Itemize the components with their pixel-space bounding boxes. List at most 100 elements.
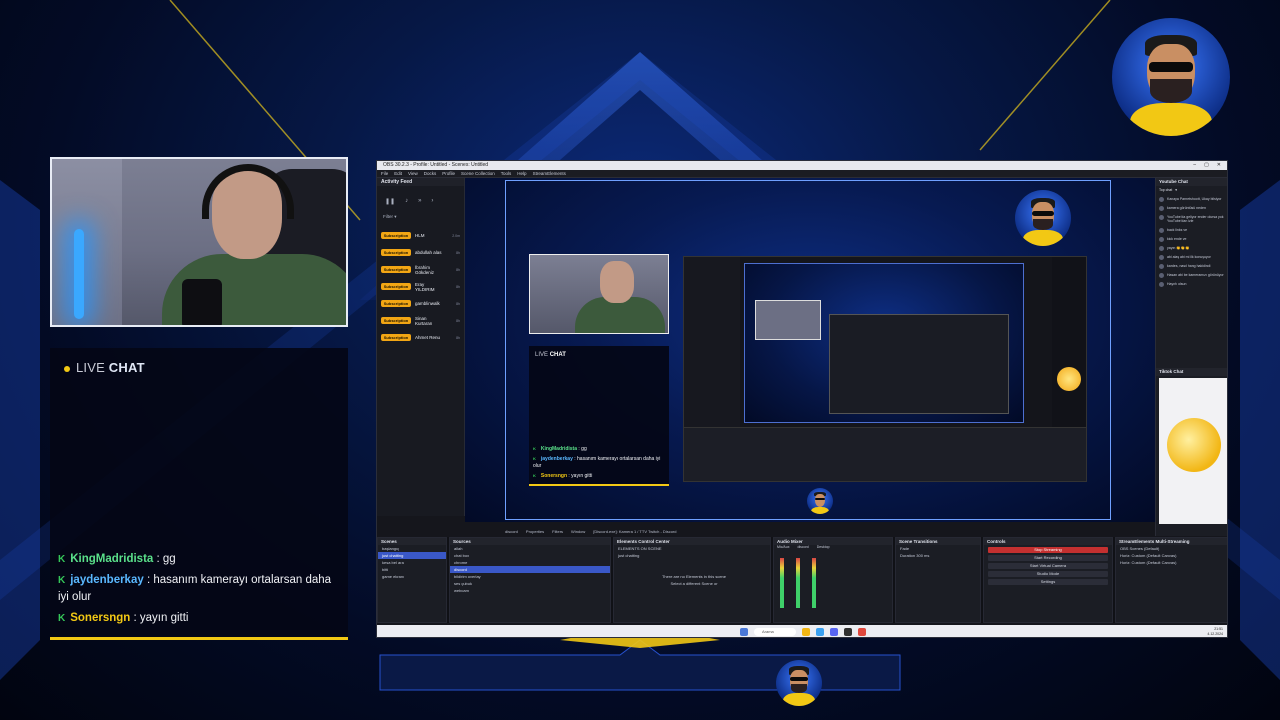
nested-docks <box>684 427 1086 481</box>
obs-preview-canvas[interactable]: LIVE CHAT K KingMadridista : gg Kjaydenbe… <box>465 178 1155 522</box>
activity-item[interactable]: Subscription İbrahim Gökdeniz 8h <box>377 261 464 278</box>
elements-control-center-dock: Elements Control Center ELEMENTS ON SCEN… <box>613 537 771 623</box>
kick-icon: K <box>533 473 536 478</box>
activity-item[interactable]: Subscription abdullah alas 8h <box>377 244 464 261</box>
preview-screen-capture[interactable] <box>683 256 1087 482</box>
preview-webcam-source[interactable] <box>529 254 669 334</box>
chat-mode-dropdown[interactable]: Top chat ▾ <box>1156 186 1227 195</box>
menu-docks[interactable]: Docks <box>424 170 437 177</box>
subscription-badge: Subscription <box>381 283 411 290</box>
activity-time: 2.0m <box>452 233 460 238</box>
windows-start-icon[interactable] <box>740 628 748 636</box>
multistream-row[interactable]: Horiz: Custom (Default Canvas) <box>1116 552 1227 559</box>
start-virtual-camera-button[interactable]: Start Virtual Camera <box>988 563 1108 569</box>
ecc-scene-label: ELEMENTS ON SCENE <box>618 546 662 551</box>
obs-docks-row: Scenes başlangıç just chatting kesa bel … <box>377 537 1227 623</box>
emoji-badge-icon <box>1167 418 1221 472</box>
obs-titlebar[interactable]: OBS 30.2.3 - Profile: Untitled - Scenes:… <box>377 161 1227 170</box>
activity-item[interactable]: Subscription HLM 2.0m <box>377 227 464 244</box>
menu-tools[interactable]: Tools <box>501 170 512 177</box>
volume-meter[interactable] <box>812 558 816 608</box>
source-item[interactable]: chat box <box>450 552 610 559</box>
activity-item[interactable]: Subscription Ahmet Renu 8h <box>377 329 464 346</box>
preview-chat-message: K KingMadridista : gg <box>533 445 665 453</box>
scene-item[interactable]: kesa bel ara <box>378 559 446 566</box>
preview-chat-source[interactable]: LIVE CHAT K KingMadridista : gg Kjaydenbe… <box>529 346 669 486</box>
transition-type[interactable]: Fade <box>896 545 980 552</box>
user-avatar-icon <box>1159 236 1164 242</box>
yt-message: back links ve <box>1156 226 1227 235</box>
activity-item[interactable]: Subscription Eray YILDIRIM 8h <box>377 278 464 295</box>
duration-label: Duration <box>900 553 916 558</box>
obs-window[interactable]: OBS 30.2.3 - Profile: Untitled - Scenes:… <box>376 160 1228 638</box>
activity-item[interactable]: Subscription gamblinwalk 8h <box>377 295 464 312</box>
settings-button[interactable]: Settings <box>988 579 1108 585</box>
scene-item[interactable]: başlangıç <box>378 545 446 552</box>
scene-item[interactable]: just chatting <box>378 552 446 559</box>
chat-message: K Sonersngn : yayın gitti <box>58 610 340 627</box>
mixer-channel-labels: Mic/Aux discord Desktop <box>774 545 892 549</box>
maximize-icon[interactable]: ▢ <box>1204 161 1209 170</box>
yt-message: Hasan abi be kameramızı görünüyor <box>1156 271 1227 280</box>
start-recording-button[interactable]: Start Recording <box>988 555 1108 561</box>
controls-title: Controls <box>984 538 1112 545</box>
browser-icon[interactable] <box>816 628 824 636</box>
minimize-icon[interactable]: – <box>1193 161 1196 170</box>
activity-filter-dropdown[interactable]: Filter ▾ <box>383 213 458 221</box>
close-icon[interactable]: ✕ <box>1217 161 1221 170</box>
pause-icon[interactable]: ❚❚ <box>385 198 395 205</box>
skip-icon[interactable]: » <box>418 198 421 205</box>
obs-icon[interactable] <box>844 628 852 636</box>
taskbar-search[interactable]: Arama <box>754 628 796 636</box>
subscription-badge: Subscription <box>381 317 411 324</box>
menu-view[interactable]: View <box>408 170 418 177</box>
sunglasses-icon <box>815 497 825 500</box>
tiktok-chat-title: Tiktok Chat <box>1156 368 1227 376</box>
menu-file[interactable]: File <box>381 170 388 177</box>
activity-name: İbrahim Gökdeniz <box>415 264 435 275</box>
next-icon[interactable]: › <box>431 198 433 205</box>
activity-name: abdullah alas <box>415 250 442 255</box>
source-item[interactable]: ses çubuk <box>450 580 610 587</box>
avatar-shirt <box>810 506 830 514</box>
activity-time: 8h <box>456 250 460 255</box>
activity-item[interactable]: Subscription Sinan Kurtaran 8h <box>377 312 464 329</box>
transition-duration-row[interactable]: Duration 300 ms <box>896 552 980 559</box>
kick-icon: K <box>533 456 536 461</box>
ecc-select[interactable]: Select a different Scene or <box>614 580 770 587</box>
menu-scene-collection[interactable]: Scene Collection <box>461 170 495 177</box>
source-item[interactable]: webcam <box>450 587 610 594</box>
menu-streamelements[interactable]: StreamElements <box>533 170 566 177</box>
properties-button[interactable]: Properties <box>526 529 544 534</box>
multistream-row[interactable]: Horiz: Custom (Default Canvas) <box>1116 559 1227 566</box>
ecc-empty: There are no Elements in this scene <box>661 574 727 579</box>
menu-edit[interactable]: Edit <box>394 170 402 177</box>
chat-message: Kjaydenberkay : hasanım kamerayı ortalar… <box>58 572 340 606</box>
chrome-icon[interactable] <box>858 628 866 636</box>
volume-meter[interactable] <box>780 558 784 608</box>
preview-chat-title: LIVE CHAT <box>535 352 566 358</box>
sources-title: Sources <box>450 538 610 545</box>
source-item[interactable]: allah <box>450 545 610 552</box>
scene-item[interactable]: game ekranı <box>378 573 446 580</box>
volume-meter[interactable] <box>796 558 800 608</box>
stop-streaming-button[interactable]: Stop Streaming <box>988 547 1108 553</box>
source-item[interactable]: bildirim overlay <box>450 573 610 580</box>
bell-icon[interactable]: ♪ <box>405 198 408 205</box>
preview-chat-list: K KingMadridista : gg Kjaydenberkay : has… <box>533 445 665 482</box>
window-select[interactable]: [Discord.exe]: Kamera 1 / TTV Twitch - D… <box>593 529 676 534</box>
youtube-chat-dock: Youtube Chat Top chat ▾ Kanaya Parnetsho… <box>1155 178 1227 536</box>
yt-text: abi alaş abi mi ilk konuşuyor <box>1167 254 1211 259</box>
menu-help[interactable]: Help <box>517 170 526 177</box>
nested-left-dock <box>684 257 740 427</box>
source-item[interactable]: chrome <box>450 559 610 566</box>
scene-item[interactable]: bitti <box>378 566 446 573</box>
source-item[interactable]: discord <box>450 566 610 573</box>
file-explorer-icon[interactable] <box>802 628 810 636</box>
multistream-row[interactable]: OBS Scenes (Default) <box>1116 545 1227 552</box>
discord-icon[interactable] <box>830 628 838 636</box>
menu-profile[interactable]: Profile <box>442 170 455 177</box>
studio-mode-button[interactable]: Studio Mode <box>988 571 1108 577</box>
filters-button[interactable]: Filters <box>552 529 563 534</box>
user-avatar-icon <box>1159 245 1164 251</box>
